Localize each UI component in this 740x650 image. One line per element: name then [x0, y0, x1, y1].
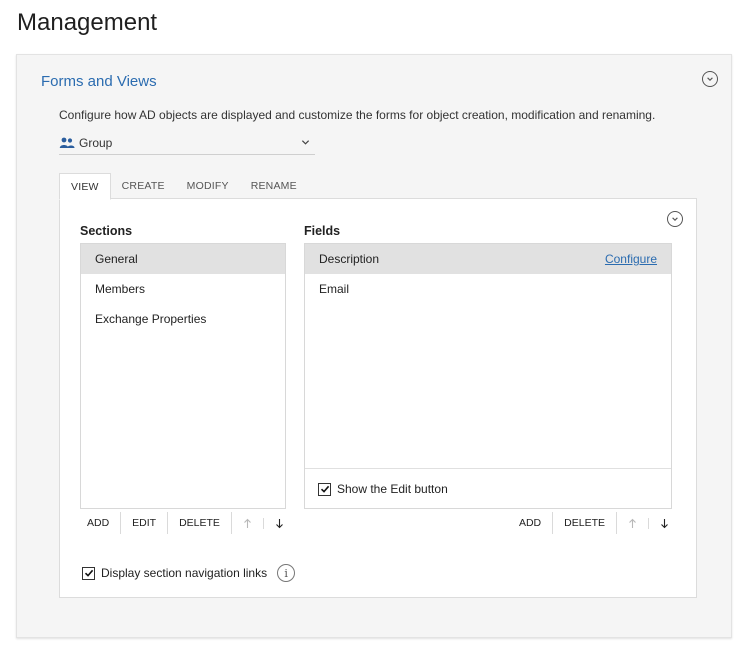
check-icon	[320, 485, 329, 493]
field-item-description[interactable]: Description Configure	[305, 244, 671, 274]
group-icon	[59, 137, 75, 149]
display-nav-links-checkbox[interactable]: Display section navigation links i	[82, 564, 296, 582]
field-item-email[interactable]: Email	[305, 274, 671, 304]
tab-modify[interactable]: MODIFY	[176, 173, 240, 199]
section-move-up-button[interactable]	[232, 517, 264, 529]
chevron-down-icon	[672, 217, 678, 221]
tab-create[interactable]: CREATE	[111, 173, 176, 199]
info-icon[interactable]: i	[277, 564, 296, 582]
arrow-down-icon	[661, 518, 668, 528]
tab-bar: VIEW CREATE MODIFY RENAME	[59, 173, 308, 200]
arrow-up-icon	[629, 518, 636, 528]
fields-list: Description Configure Email Show the Edi…	[304, 243, 672, 509]
section-item-exchange-properties[interactable]: Exchange Properties	[81, 304, 285, 334]
card-description: Configure how AD objects are displayed a…	[59, 108, 656, 122]
page-title: Management	[17, 9, 158, 36]
chevron-down-icon	[707, 77, 713, 81]
view-tab-panel: Sections General Members Exchange Proper…	[59, 198, 697, 598]
section-item-general[interactable]: General	[81, 244, 285, 274]
collapse-card-button[interactable]	[702, 71, 718, 87]
section-move-down-button[interactable]	[264, 518, 295, 529]
fields-toolbar: ADD DELETE	[508, 512, 680, 534]
fields-label: Fields	[304, 224, 341, 238]
section-delete-button[interactable]: DELETE	[168, 512, 232, 534]
show-edit-button-checkbox[interactable]: Show the Edit button	[318, 482, 448, 496]
forms-and-views-card: Forms and Views Configure how AD objects…	[16, 54, 732, 638]
object-type-select[interactable]: Group	[59, 132, 315, 155]
checkbox[interactable]	[318, 482, 331, 496]
sections-label: Sections	[80, 224, 133, 238]
configure-link[interactable]: Configure	[605, 244, 657, 274]
sections-toolbar: ADD EDIT DELETE	[76, 512, 295, 534]
checkbox[interactable]	[82, 566, 95, 580]
field-item-label: Description	[319, 252, 380, 266]
card-title: Forms and Views	[41, 73, 157, 90]
divider	[305, 468, 671, 469]
section-item-members[interactable]: Members	[81, 274, 285, 304]
section-edit-button[interactable]: EDIT	[121, 512, 169, 534]
section-add-button[interactable]: ADD	[76, 512, 122, 534]
object-type-value: Group	[79, 136, 113, 150]
sections-list: General Members Exchange Properties	[80, 243, 286, 509]
check-icon	[84, 569, 93, 577]
chevron-down-icon	[301, 140, 310, 145]
field-add-button[interactable]: ADD	[508, 512, 554, 534]
field-move-up-button[interactable]	[617, 517, 649, 529]
tab-rename[interactable]: RENAME	[240, 173, 308, 199]
display-nav-links-label: Display section navigation links	[101, 566, 268, 580]
field-move-down-button[interactable]	[649, 518, 680, 529]
arrow-down-icon	[276, 518, 283, 528]
tab-view[interactable]: VIEW	[59, 173, 111, 200]
arrow-up-icon	[244, 518, 251, 528]
field-delete-button[interactable]: DELETE	[553, 512, 617, 534]
show-edit-button-label: Show the Edit button	[337, 482, 448, 496]
collapse-panel-button[interactable]	[667, 211, 683, 227]
